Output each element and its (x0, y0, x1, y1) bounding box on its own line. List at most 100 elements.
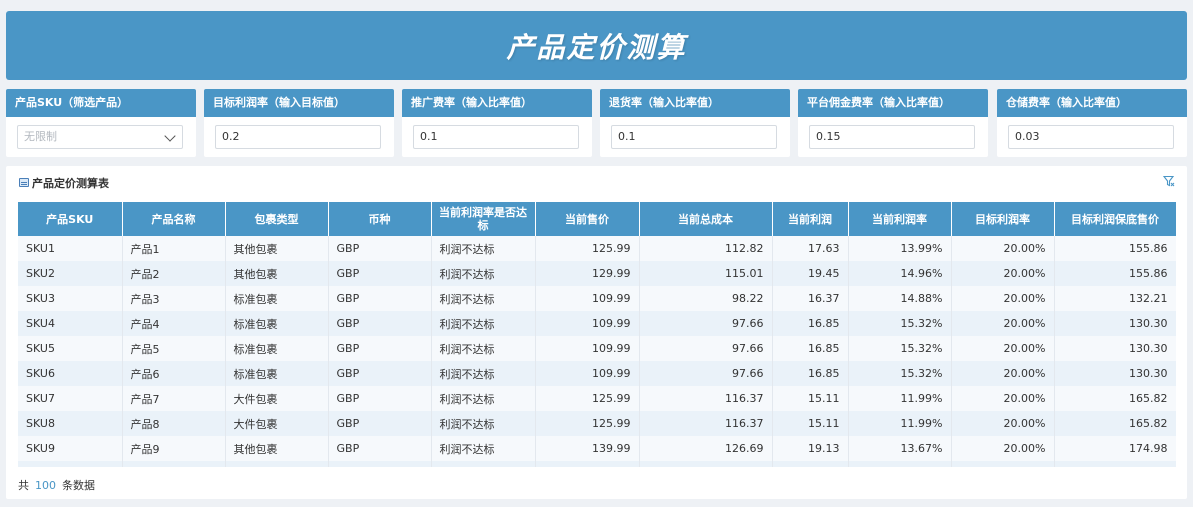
table-cell: 产品2 (122, 261, 226, 286)
column-header[interactable]: 产品SKU (18, 202, 123, 236)
table-cell: 20.00% (951, 411, 1055, 436)
table-cell: GBP (328, 361, 432, 386)
table-cell: GBP (328, 386, 432, 411)
column-header[interactable]: 目标利润率 (951, 202, 1055, 236)
column-header[interactable]: 当前利润率 (848, 202, 952, 236)
filter-label-commission-rate: 平台佣金费率（输入比率值） (798, 89, 988, 117)
table-row[interactable]: SKU1 产品1 其他包裹 GBP 利润不达标 125.99 112.82 17.63 13.9… (18, 236, 1176, 261)
table-cell: 标准包裹 (225, 286, 329, 311)
table-cell: 利润不达标 (431, 261, 536, 286)
table-cell: 13.67% (848, 436, 952, 461)
target-margin-input[interactable]: 0.2 (215, 125, 381, 149)
column-header[interactable]: 目标利润保底售价 (1054, 202, 1176, 236)
table-cell: 130.30 (1054, 311, 1176, 336)
table-cell: SKU4 (18, 311, 123, 336)
table-cell: GBP (328, 236, 432, 261)
table-cell: SKU6 (18, 361, 123, 386)
filter-label-target-margin: 目标利润率（输入目标值） (204, 89, 394, 117)
table-cell: 利润不达标 (431, 436, 536, 461)
table-cell: 产品10 (122, 461, 226, 467)
table-cell: 130.30 (1054, 361, 1176, 386)
table-cell: 20.00% (951, 236, 1055, 261)
table-cell: 125.99 (535, 236, 640, 261)
table-scroll-area[interactable]: 产品SKU 产品名称 包裹类型 币种 当前利润率是否达标 当前售价 当前总成本 当前利润 当前利… (18, 202, 1176, 467)
table-cell: 20.00% (951, 436, 1055, 461)
table-cell: 产品7 (122, 386, 226, 411)
table-cell: GBP (328, 411, 432, 436)
table-cell: 其他包裹 (225, 261, 329, 286)
table-cell: 173.07 (1054, 461, 1176, 467)
column-header[interactable]: 当前利润率是否达标 (431, 202, 536, 236)
table-cell: 其他包裹 (225, 236, 329, 261)
table-cell: 137.07 (639, 461, 773, 467)
table-cell: 17.93% (848, 461, 952, 467)
table-row[interactable]: SKU3 产品3 标准包裹 GBP 利润不达标 109.99 98.22 16.37 14.88… (18, 286, 1176, 311)
table-cell: 16.85 (772, 361, 849, 386)
table-cell: SKU1 (18, 236, 123, 261)
filter-card-sku: 产品SKU（筛选产品） 无限制 (6, 89, 196, 157)
table-cell: 利润不达标 (431, 286, 536, 311)
table-row[interactable]: SKU5 产品5 标准包裹 GBP 利润不达标 109.99 97.66 16.85 15.32… (18, 336, 1176, 361)
table-cell: 109.99 (535, 361, 640, 386)
table-cell: 11.99% (848, 386, 952, 411)
table-cell: 利润不达标 (431, 386, 536, 411)
table-cell: 159.99 (535, 461, 640, 467)
table-cell: 13.99% (848, 236, 952, 261)
promo-rate-input[interactable]: 0.1 (413, 125, 579, 149)
table-cell: 产品5 (122, 336, 226, 361)
table-cell: 产品1 (122, 236, 226, 261)
sku-select[interactable]: 无限制 (17, 125, 183, 149)
table-row[interactable]: SKU2 产品2 其他包裹 GBP 利润不达标 129.99 115.01 19.45 14.9… (18, 261, 1176, 286)
table-cell: 14.96% (848, 261, 952, 286)
column-header[interactable]: 产品名称 (122, 202, 226, 236)
table-cell: 109.99 (535, 311, 640, 336)
column-header[interactable]: 包裹类型 (225, 202, 329, 236)
table-cell: 115.01 (639, 261, 773, 286)
table-cell: 155.86 (1054, 236, 1176, 261)
table-cell: SKU9 (18, 436, 123, 461)
table-cell: SKU5 (18, 336, 123, 361)
table-cell: GBP (328, 286, 432, 311)
table-row[interactable]: SKU8 产品8 大件包裹 GBP 利润不达标 125.99 116.37 15.11 11.9… (18, 411, 1176, 436)
column-header[interactable]: 当前总成本 (639, 202, 773, 236)
table-row[interactable]: SKU6 产品6 标准包裹 GBP 利润不达标 109.99 97.66 16.85 15.32… (18, 361, 1176, 386)
record-count-value: 100 (35, 479, 56, 492)
storage-rate-input[interactable]: 0.03 (1008, 125, 1174, 149)
table-cell: 利润不达标 (431, 236, 536, 261)
table-cell: GBP (328, 436, 432, 461)
table-cell: 109.99 (535, 336, 640, 361)
table-cell: SKU3 (18, 286, 123, 311)
table-body: SKU1 产品1 其他包裹 GBP 利润不达标 125.99 112.82 17.63 13.9… (18, 236, 1176, 467)
table-row[interactable]: SKU10产品10大件包裹GBP利润不达标159.99137.0728.6817… (18, 461, 1176, 467)
table-header-row: 产品SKU 产品名称 包裹类型 币种 当前利润率是否达标 当前售价 当前总成本 当前利润 当前利… (18, 202, 1176, 236)
table-cell: 28.68 (772, 461, 849, 467)
table-row[interactable]: SKU7 产品7 大件包裹 GBP 利润不达标 125.99 116.37 15.11 11.9… (18, 386, 1176, 411)
commission-rate-input[interactable]: 0.15 (809, 125, 975, 149)
table-cell: 大件包裹 (225, 386, 329, 411)
chevron-down-icon (164, 130, 176, 142)
table-cell: 130.30 (1054, 336, 1176, 361)
record-count-suffix: 条数据 (62, 479, 95, 492)
column-header[interactable]: 当前售价 (535, 202, 640, 236)
table-cell: 112.82 (639, 236, 773, 261)
table-cell: 15.32% (848, 311, 952, 336)
table-cell: 产品3 (122, 286, 226, 311)
filter-icon[interactable] (1163, 175, 1175, 187)
filter-label-sku: 产品SKU（筛选产品） (6, 89, 196, 117)
table-cell: 产品4 (122, 311, 226, 336)
return-rate-input[interactable]: 0.1 (611, 125, 777, 149)
table-cell: 标准包裹 (225, 361, 329, 386)
table-row[interactable]: SKU4 产品4 标准包裹 GBP 利润不达标 109.99 97.66 16.85 15.32… (18, 311, 1176, 336)
page-header-banner: 产品定价测算 (6, 11, 1187, 80)
table-cell: SKU7 (18, 386, 123, 411)
table-cell: 116.37 (639, 386, 773, 411)
column-header[interactable]: 币种 (328, 202, 432, 236)
table-cell: GBP (328, 261, 432, 286)
table-cell: 产品6 (122, 361, 226, 386)
column-header[interactable]: 当前利润 (772, 202, 849, 236)
table-row[interactable]: SKU9 产品9 其他包裹 GBP 利润不达标 139.99 126.69 19.13 13.6… (18, 436, 1176, 461)
table-cell: 利润不达标 (431, 336, 536, 361)
table-cell: 16.85 (772, 311, 849, 336)
table-cell: 利润不达标 (431, 461, 536, 467)
table-cell: 标准包裹 (225, 311, 329, 336)
